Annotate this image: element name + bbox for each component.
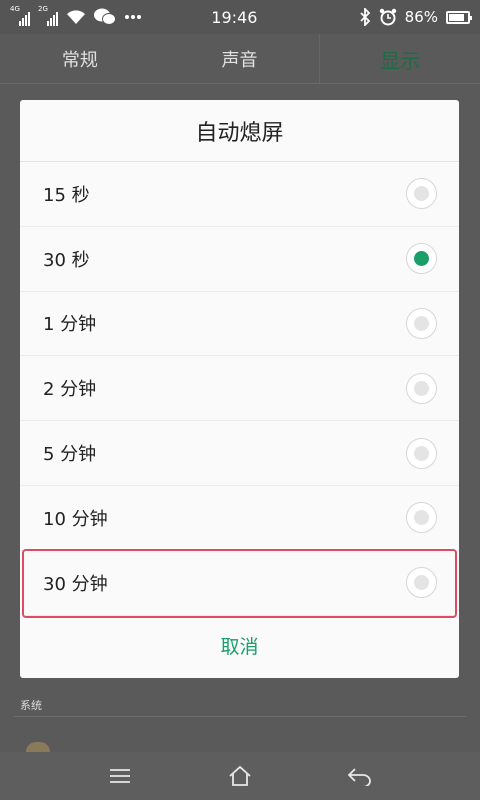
cancel-button[interactable]: 取消 [20,616,459,676]
radio-dot [414,315,429,331]
radio-button[interactable] [406,437,437,469]
menu-icon [110,769,130,783]
tabs-divider [0,83,480,84]
status-bar: 4G 2G 19:46 86% [0,0,480,34]
option-label: 15 秒 [43,184,90,206]
back-arrow-icon [347,768,371,786]
section-divider [14,716,466,717]
settings-tabs: 常规 声音 显示 [0,34,480,84]
home-button[interactable] [220,756,260,796]
status-left: 4G 2G [10,6,170,26]
option-15-seconds[interactable]: 15 秒 [20,162,459,227]
option-10-minutes[interactable]: 10 分钟 [20,486,459,551]
radio-dot [414,251,429,267]
tab-general[interactable]: 常规 [0,34,160,84]
option-label: 5 分钟 [43,444,97,466]
home-icon [229,765,251,786]
signal-sim1-icon: 4G [10,6,30,26]
battery-percent: 86% [404,8,438,26]
radio-dot [414,510,429,526]
option-5-minutes[interactable]: 5 分钟 [20,421,459,486]
menu-button[interactable] [100,756,140,796]
radio-button[interactable] [406,307,437,339]
option-label: 2 分钟 [43,379,97,401]
option-1-minute[interactable]: 1 分钟 [20,292,459,357]
radio-dot [414,380,429,396]
radio-dot [414,575,429,591]
battery-level-fill [449,13,465,21]
option-label: 10 分钟 [43,508,108,530]
dialog-title: 自动熄屏 [20,100,459,162]
tab-sound[interactable]: 声音 [160,34,320,84]
screen-timeout-dialog: 自动熄屏 15 秒 30 秒 1 分钟 2 分钟 5 分钟 10 分钟 30 分… [20,100,459,678]
radio-button[interactable] [406,372,437,404]
radio-button[interactable] [406,502,437,534]
list-item-icon [26,742,50,752]
option-label: 30 分钟 [43,573,108,595]
option-30-seconds[interactable]: 30 秒 [20,227,459,292]
radio-button[interactable] [406,567,437,599]
wifi-icon [67,10,85,24]
battery-icon [446,10,472,24]
status-time: 19:46 [211,7,258,27]
section-header-system: 系统 [20,699,42,712]
radio-button-selected[interactable] [406,243,437,275]
tab-display[interactable]: 显示 [319,34,480,84]
option-30-minutes[interactable]: 30 分钟 [22,548,457,618]
wechat-icon [94,8,116,25]
option-label: 30 秒 [43,249,90,271]
back-button[interactable] [340,756,380,796]
more-dots-icon [125,15,141,19]
status-right: 86% [359,8,472,26]
radio-dot [414,445,429,461]
radio-dot [414,186,429,202]
bluetooth-icon [360,8,370,26]
radio-button[interactable] [406,178,437,210]
option-2-minutes[interactable]: 2 分钟 [20,356,459,422]
navigation-bar [0,752,480,800]
signal-sim2-icon: 2G [38,6,58,26]
alarm-clock-icon [379,8,396,26]
option-label: 1 分钟 [43,314,97,336]
